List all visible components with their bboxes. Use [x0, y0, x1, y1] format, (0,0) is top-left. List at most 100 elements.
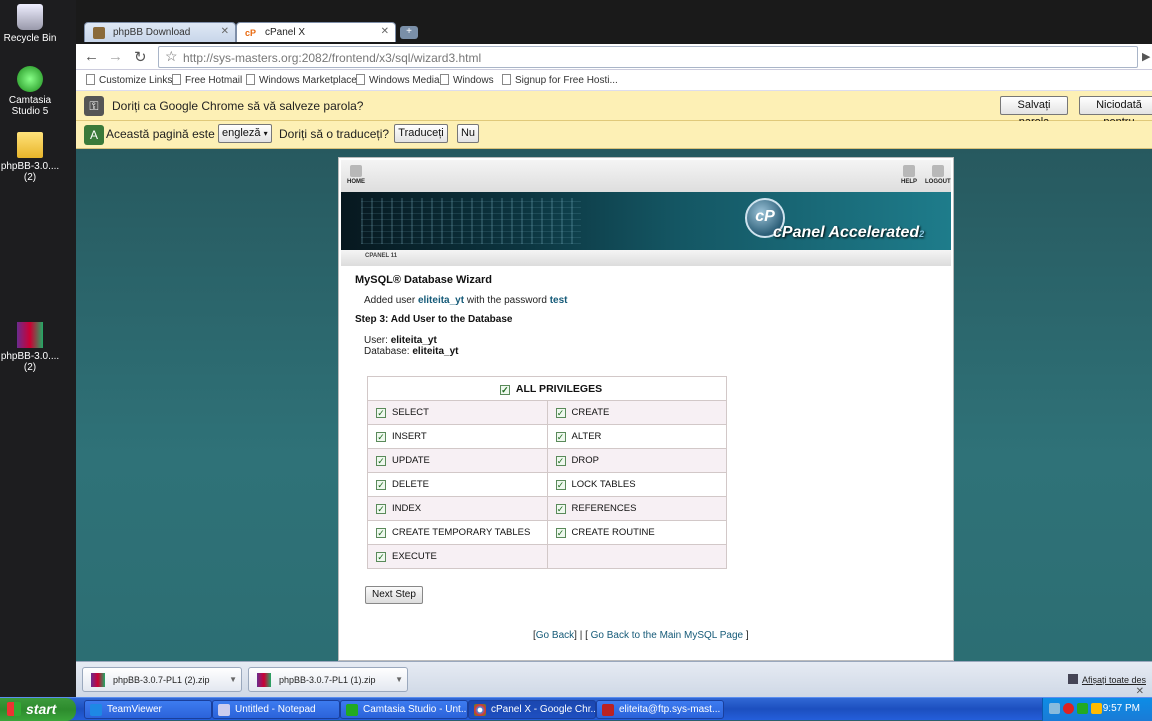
download-item[interactable]: phpBB-3.0.7-PL1 (1).zip ▼ [248, 667, 408, 692]
volume-icon[interactable] [1091, 703, 1102, 714]
start-button[interactable]: start [0, 698, 76, 721]
tab-cpanel[interactable]: cP cPanel X ✕ [236, 22, 396, 42]
bookmark-item[interactable]: Windows [440, 74, 494, 86]
checkbox-checked-icon[interactable]: ✓ [499, 384, 510, 395]
checkbox-checked-icon[interactable]: ✓ [376, 432, 386, 442]
checkbox-checked-icon[interactable]: ✓ [376, 552, 386, 562]
checkbox-checked-icon[interactable]: ✓ [376, 408, 386, 418]
cpanel-subbar: CPANEL 11 [341, 250, 951, 266]
added-password: test [549, 295, 568, 306]
page-viewport: HOME HELP LOGOUT cP cPanel Accelerated2 … [76, 149, 1152, 661]
never-save-button[interactable]: Niciodată pentru [1079, 96, 1152, 128]
close-icon[interactable]: ✕ [1136, 686, 1144, 697]
zip-file-icon [91, 673, 105, 687]
teamviewer-icon [90, 704, 102, 716]
bookmark-label: Signup for Free Hosti... [515, 75, 618, 86]
phpbb-zip-shortcut[interactable]: phpBB-3.0.... (2) [0, 322, 60, 373]
checkbox-checked-icon[interactable]: ✓ [555, 408, 566, 418]
logout-label: LOGOUT [925, 179, 951, 185]
bookmark-item[interactable]: Signup for Free Hosti... [502, 74, 618, 86]
network-icon[interactable] [1049, 703, 1060, 714]
bookmark-item[interactable]: Windows Marketplace [246, 74, 357, 86]
download-item[interactable]: phpBB-3.0.7-PL1 (2).zip ▼ [82, 667, 242, 692]
privilege-cell[interactable]: ✓ LOCK TABLES [546, 472, 727, 497]
privileges-table: ✓ ALL PRIVILEGES ✓ SELECT ✓ CREATE ✓ INSERT … [367, 376, 727, 569]
show-all-downloads-link[interactable]: Afișați toate des [1067, 674, 1146, 685]
chevron-down-icon[interactable]: ▼ [395, 675, 403, 684]
privilege-cell[interactable]: ✓ INDEX [367, 496, 548, 521]
page-icon [86, 74, 95, 85]
back-icon[interactable]: ← [84, 48, 99, 65]
checkbox-checked-icon[interactable]: ✓ [555, 504, 566, 514]
main-mysql-link[interactable]: Go Back to the Main MySQL Page [591, 630, 743, 641]
language-select[interactable]: engleză ▾ [218, 124, 272, 143]
privilege-cell[interactable]: ✓ INSERT [367, 424, 548, 449]
privilege-cell[interactable]: ✓ DROP [546, 448, 727, 473]
checkbox-checked-icon[interactable]: ✓ [555, 432, 566, 442]
privilege-cell[interactable]: ✓ UPDATE [367, 448, 548, 473]
close-tab-icon[interactable]: ✕ [221, 26, 229, 37]
save-password-button[interactable]: Salvați parola [1000, 96, 1068, 128]
privilege-label: UPDATE [392, 455, 430, 466]
tab-phpbb-download[interactable]: phpBB Download ✕ [84, 22, 236, 42]
privilege-cell[interactable]: ✓ CREATE [546, 400, 727, 425]
page-menu-icon[interactable]: ▶ [1142, 50, 1150, 63]
checkbox-checked-icon[interactable]: ✓ [376, 456, 386, 466]
bookmark-item[interactable]: Windows Media [356, 74, 440, 86]
privilege-cell[interactable]: ✓ CREATE TEMPORARY TABLES [367, 520, 548, 545]
tab-strip: phpBB Download ✕ cP cPanel X ✕ + [76, 0, 1152, 44]
checkbox-checked-icon[interactable]: ✓ [376, 480, 386, 490]
taskbar-item[interactable]: TeamViewer [84, 700, 212, 719]
start-label: start [26, 701, 57, 717]
privilege-cell[interactable]: ✓ CREATE ROUTINE [546, 520, 727, 545]
bookmark-star-icon[interactable]: ☆ [165, 48, 178, 65]
reload-icon[interactable]: ↻ [134, 48, 147, 66]
privilege-label: LOCK TABLES [571, 479, 636, 490]
bookmark-item[interactable]: Free Hotmail [172, 74, 242, 86]
privilege-cell[interactable]: ✓ REFERENCES [546, 496, 727, 521]
camtasia-shortcut[interactable]: Camtasia Studio 5 [0, 66, 60, 117]
checkbox-checked-icon[interactable]: ✓ [555, 480, 566, 490]
cpanel-top-nav: HOME HELP LOGOUT [341, 160, 951, 192]
user-value: eliteita_yt [390, 335, 437, 346]
go-back-link[interactable]: Go Back [536, 630, 574, 641]
chevron-down-icon[interactable]: ▼ [229, 675, 237, 684]
checkbox-checked-icon[interactable]: ✓ [555, 456, 566, 466]
checkbox-checked-icon[interactable]: ✓ [376, 528, 386, 538]
record-icon[interactable] [1063, 703, 1074, 714]
checkbox-checked-icon[interactable]: ✓ [555, 528, 566, 538]
close-tab-icon[interactable]: ✕ [381, 26, 389, 37]
taskbar-item[interactable]: Untitled - Notepad [212, 700, 340, 719]
translate-icon: A [84, 125, 104, 145]
recycle-bin-shortcut[interactable]: Recycle Bin [0, 4, 60, 44]
next-step-button[interactable]: Next Step [365, 586, 423, 604]
phpbb-zip-label: phpBB-3.0.... (2) [0, 351, 60, 373]
checkbox-checked-icon[interactable]: ✓ [376, 504, 386, 514]
forward-icon[interactable]: → [108, 48, 123, 65]
home-icon [350, 165, 362, 177]
logout-nav[interactable]: LOGOUT [925, 165, 951, 185]
bookmark-item[interactable]: Customize Links [86, 74, 172, 86]
system-tray: 9:57 PM [1042, 698, 1152, 721]
chevron-down-icon: ▾ [263, 129, 268, 138]
privilege-cell[interactable]: ✓ DELETE [367, 472, 548, 497]
address-bar[interactable]: ☆ http://sys-masters.org:2082/frontend/x… [158, 46, 1138, 68]
all-privileges-cell[interactable]: ✓ ALL PRIVILEGES [367, 376, 727, 401]
privilege-cell[interactable]: ✓ SELECT [367, 400, 548, 425]
phpbb-folder-shortcut[interactable]: phpBB-3.0.... (2) [0, 132, 60, 183]
new-tab-button[interactable]: + [400, 26, 418, 39]
privilege-cell[interactable]: ✓ ALTER [546, 424, 727, 449]
privilege-cell[interactable]: ✓ EXECUTE [367, 544, 548, 569]
taskbar-item[interactable]: eliteita@ftp.sys-mast... [596, 700, 724, 719]
home-nav[interactable]: HOME [347, 165, 365, 185]
taskbar-item[interactable]: Camtasia Studio - Unt... [340, 700, 468, 719]
taskbar-item[interactable]: cPanel X - Google Chr... [468, 700, 596, 719]
translate-button[interactable]: Traduceți [394, 124, 448, 143]
back-links: [Go Back] | [ Go Back to the Main MySQL … [533, 630, 749, 641]
no-translate-button[interactable]: Nu [457, 124, 479, 143]
added-middle: with the password [466, 295, 547, 306]
camtasia-tray-icon[interactable] [1077, 703, 1088, 714]
help-nav[interactable]: HELP [901, 165, 917, 185]
download-filename: phpBB-3.0.7-PL1 (2).zip [113, 675, 210, 685]
bookmark-label: Customize Links [99, 75, 173, 86]
